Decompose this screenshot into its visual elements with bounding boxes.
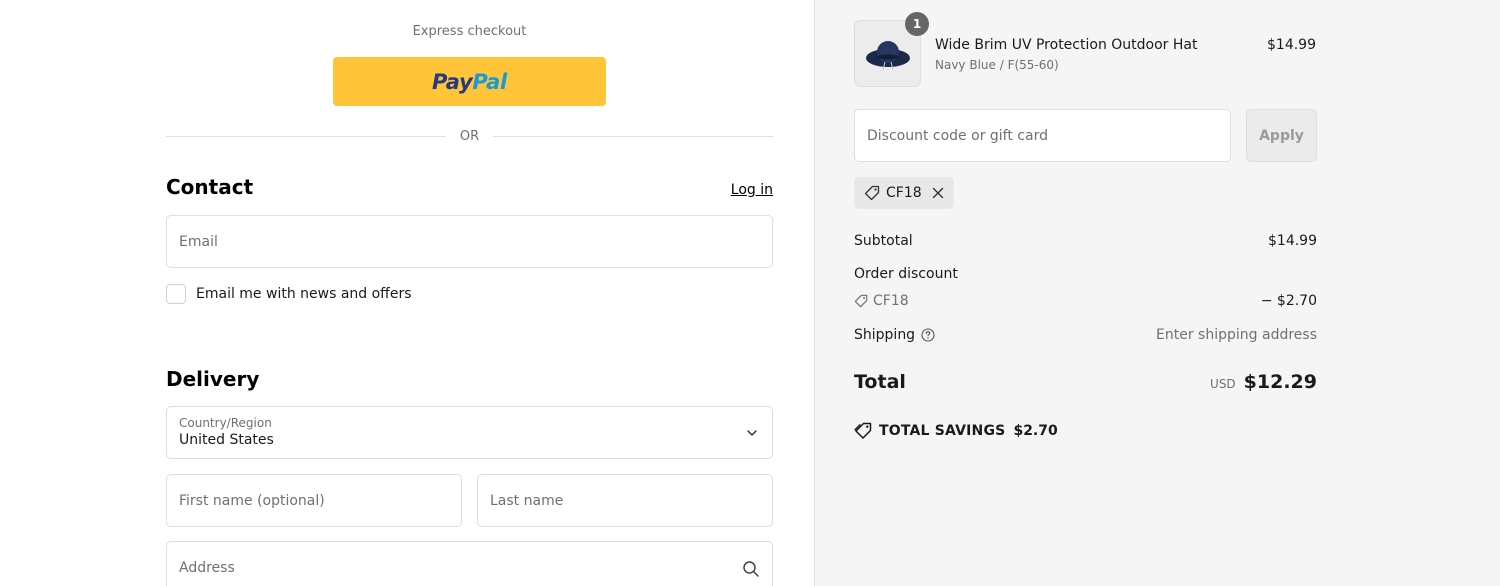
close-icon[interactable] (932, 187, 944, 199)
savings-label: TOTAL SAVINGS (879, 422, 1006, 439)
newsletter-option[interactable]: Email me with news and offers (166, 284, 412, 304)
currency-code: USD (1210, 377, 1236, 391)
login-link[interactable]: Log in (700, 182, 773, 198)
subtotal-label: Subtotal (854, 233, 913, 249)
shipping-value: Enter shipping address (1156, 327, 1317, 343)
subtotal-row: Subtotal $14.99 (854, 233, 1317, 249)
first-name-placeholder: First name (optional) (179, 492, 325, 509)
total-value: $12.29 (1243, 371, 1317, 393)
total-label: Total (854, 371, 906, 393)
or-divider: OR (166, 127, 774, 145)
total-row: Total USD $12.29 (854, 371, 1317, 393)
quantity-badge: 1 (905, 12, 929, 36)
applied-discount-chip: CF18 (854, 177, 954, 209)
checkout-form-panel: Express checkout PayPal OR Contact Log i… (0, 0, 814, 586)
product-name: Wide Brim UV Protection Outdoor Hat (935, 37, 1198, 53)
total-savings: TOTAL SAVINGS $2.70 (854, 422, 1058, 439)
contact-heading: Contact (166, 175, 254, 199)
discount-placeholder: Discount code or gift card (867, 127, 1048, 144)
newsletter-checkbox[interactable] (166, 284, 186, 304)
tag-icon (854, 422, 872, 439)
last-name-placeholder: Last name (490, 492, 564, 509)
country-label: Country/Region (179, 416, 272, 430)
email-field[interactable]: Email (166, 215, 773, 268)
first-name-field[interactable]: First name (optional) (166, 474, 462, 527)
paypal-button[interactable]: PayPal (333, 57, 606, 106)
apply-button[interactable]: Apply (1246, 109, 1317, 162)
discount-detail-row: CF18 − $2.70 (854, 293, 1317, 309)
discount-value: − $2.70 (1260, 293, 1317, 309)
country-select[interactable]: Country/Region United States (166, 406, 773, 459)
hat-image-icon (865, 40, 910, 70)
tag-icon (864, 185, 880, 201)
country-value: United States (179, 432, 274, 448)
delivery-heading: Delivery (166, 367, 260, 391)
order-summary-panel: 1 Wide Brim UV Protection Outdoor Hat Na… (814, 0, 1500, 586)
or-text: OR (459, 128, 480, 144)
savings-value: $2.70 (1013, 422, 1058, 439)
email-placeholder: Email (179, 233, 218, 250)
chevron-down-icon (747, 430, 757, 436)
paypal-logo: PayPal (432, 69, 507, 94)
product-price: $14.99 (1267, 37, 1316, 53)
order-discount-label: Order discount (854, 266, 958, 282)
discount-code-label: CF18 (873, 293, 909, 309)
discount-code-input[interactable]: Discount code or gift card (854, 109, 1231, 162)
last-name-field[interactable]: Last name (477, 474, 773, 527)
subtotal-value: $14.99 (1268, 233, 1317, 249)
shipping-label: Shipping (854, 327, 916, 343)
newsletter-label: Email me with news and offers (196, 286, 412, 302)
applied-code: CF18 (886, 185, 922, 201)
product-variant: Navy Blue / F(55-60) (935, 58, 1059, 72)
address-placeholder: Address (179, 559, 235, 576)
search-icon[interactable] (742, 560, 760, 578)
shipping-row: Shipping Enter shipping address (854, 327, 1317, 343)
order-discount-row: Order discount (854, 266, 1317, 282)
tag-icon (854, 294, 868, 308)
address-field[interactable]: Address (166, 541, 773, 586)
help-icon[interactable] (921, 328, 935, 342)
express-checkout-label: Express checkout (412, 24, 527, 39)
